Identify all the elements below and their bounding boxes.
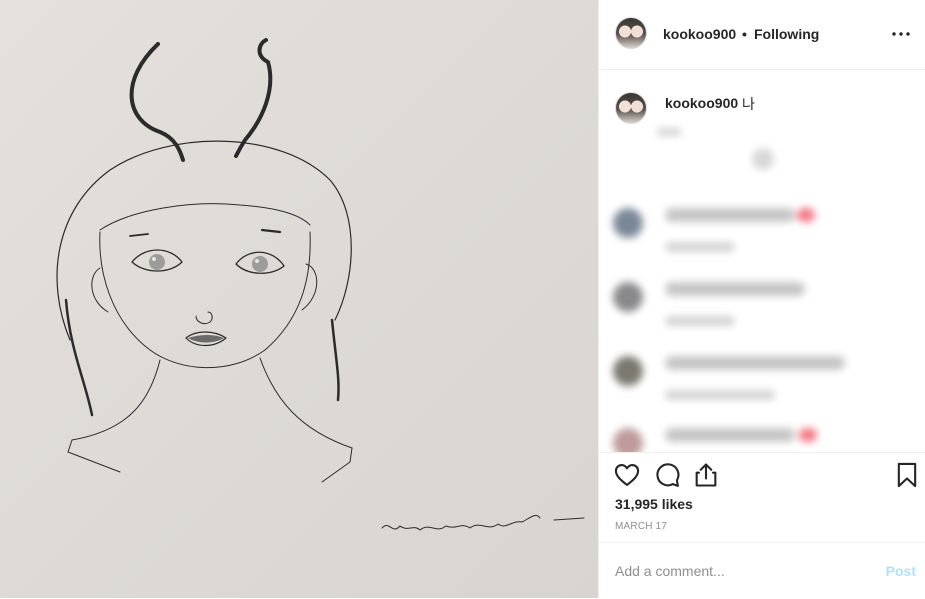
share-icon[interactable] [692, 461, 720, 489]
blurred-avatar [613, 428, 643, 452]
post-actions: 31,995 likes MARCH 17 [599, 452, 925, 543]
post-photo[interactable] [0, 0, 598, 598]
username[interactable]: kookoo900 [663, 26, 736, 42]
blurred-text [665, 242, 735, 252]
blurred-emoji [797, 208, 815, 222]
blurred-text [665, 390, 775, 400]
more-horizontal-icon[interactable] [889, 22, 913, 46]
post-date[interactable]: MARCH 17 [615, 521, 667, 532]
blurred-emoji [799, 428, 817, 442]
blurred-avatar [613, 356, 643, 386]
post-header: kookoo900 • Following [599, 0, 925, 70]
blurred-text [665, 208, 795, 222]
post-sidebar: kookoo900 • Following kookoo900 나 31,995… [598, 0, 925, 598]
girl-drawing [56, 38, 585, 531]
comment-icon[interactable] [653, 461, 681, 489]
blurred-avatar [613, 282, 643, 312]
blurred-avatar [613, 208, 643, 238]
add-comment-section: Post [599, 542, 925, 599]
heart-icon[interactable] [613, 461, 641, 489]
post-button[interactable]: Post [886, 563, 916, 579]
caption-text: 나 [742, 96, 755, 112]
blurred-text [665, 428, 795, 442]
following-button[interactable]: Following [754, 26, 819, 42]
likes-count[interactable]: 31,995 likes [615, 496, 693, 512]
avatar[interactable] [615, 17, 647, 49]
blurred-text [665, 316, 735, 326]
comment-input[interactable] [615, 561, 865, 581]
bookmark-icon[interactable] [893, 461, 921, 489]
blurred-load-more [752, 148, 774, 170]
blurred-text [657, 128, 681, 136]
blurred-text [665, 356, 845, 370]
separator: • [742, 26, 747, 42]
blurred-text [665, 282, 805, 296]
comments-list[interactable]: kookoo900 나 [599, 70, 925, 452]
caption-username[interactable]: kookoo900 [665, 95, 738, 111]
caption-avatar[interactable] [615, 92, 647, 124]
blurred-comments [607, 128, 925, 452]
